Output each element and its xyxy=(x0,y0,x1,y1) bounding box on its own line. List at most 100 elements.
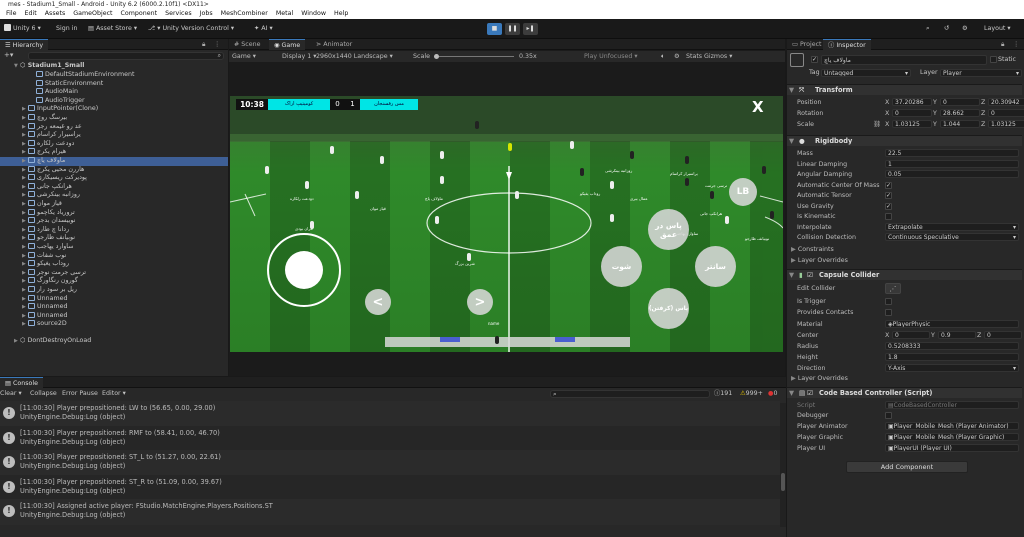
rigidbody-checkbox[interactable] xyxy=(885,213,892,220)
resolution-dropdown[interactable]: 2960x1440 Landscape ▾ xyxy=(316,51,393,62)
cross-button[interactable]: سانتر xyxy=(695,246,736,287)
hierarchy-item[interactable]: ▶ روداب یغیکو xyxy=(0,260,228,269)
shoot-button[interactable]: شوت xyxy=(601,246,642,287)
center-z-field[interactable]: 0 xyxy=(984,331,1022,339)
rigidbody-checkbox[interactable]: ✓ xyxy=(885,192,892,199)
player-graphic-field[interactable]: ▣Player_Mobile_Mesh (Player Graphic) xyxy=(885,433,1019,441)
prev-player-button[interactable]: < xyxy=(365,289,391,315)
kebab-menu-icon[interactable]: ⋮ xyxy=(1013,39,1019,50)
rigidbody-field[interactable]: 0.05 xyxy=(885,170,1019,178)
rigidbody-field[interactable]: Continuous Speculative ▾ xyxy=(885,233,1019,241)
player-ui-field[interactable]: ▣PlayerUI (Player UI) xyxy=(885,444,1019,452)
hierarchy-item[interactable]: ▶ روزانبه بینکرشی xyxy=(0,191,228,200)
play-mode-dropdown[interactable]: Play Unfocused ▾ xyxy=(584,51,638,62)
script-header[interactable]: ▼ ▤ ☑ Code Based Controller (Script) xyxy=(787,387,1022,398)
console-scrollbar[interactable] xyxy=(780,403,786,527)
dont-destroy-root[interactable]: ▶ ⬡ DontDestroyOnLoad xyxy=(14,337,91,346)
is-trigger-checkbox[interactable] xyxy=(885,298,892,305)
menu-window[interactable]: Window xyxy=(297,9,330,19)
error-count[interactable]: ●0 xyxy=(768,389,778,399)
menu-assets[interactable]: Assets xyxy=(41,9,70,19)
scene-root[interactable]: ▼ ⬡ Stadium1_Small xyxy=(14,62,84,71)
edit-collider-button[interactable]: ⋰ xyxy=(885,283,901,294)
hierarchy-item[interactable]: ▶ Unnamed xyxy=(0,294,228,304)
hierarchy-item[interactable]: ▶ ماولاف یاچ xyxy=(0,157,228,166)
menu-gameobject[interactable]: GameObject xyxy=(69,9,116,19)
rigidbody-field[interactable]: Extrapolate ▾ xyxy=(885,222,1019,231)
radius-field[interactable]: 0.5208333 xyxy=(885,342,1019,350)
display-dropdown[interactable]: Display 1 ▾ xyxy=(282,51,316,62)
enabled-checkbox[interactable]: ☑ xyxy=(807,388,813,399)
asset-store-button[interactable]: ▤ Asset Store ▾ xyxy=(88,23,137,35)
menu-meshcombiner[interactable]: MeshCombiner xyxy=(217,9,272,19)
hierarchy-item[interactable]: ▶ قیاز موان xyxy=(0,200,228,209)
console-entry[interactable]: ! [11:00:30] Player prepositioned: LW to … xyxy=(0,401,780,427)
collapse-button[interactable]: Collapse xyxy=(30,389,57,399)
hierarchy-item[interactable]: ▶ source2D xyxy=(0,320,228,329)
hierarchy-item[interactable]: ▶ ترسی جرمت نوجر xyxy=(0,268,228,278)
layout-button[interactable]: Layout ▾ xyxy=(984,23,1011,35)
pass-button[interactable]: پاس (کرفتن) xyxy=(648,288,689,329)
joystick-knob[interactable] xyxy=(285,251,323,289)
history-button[interactable]: ↺ xyxy=(944,23,949,35)
hierarchy-item[interactable]: AudioTrigger xyxy=(0,96,228,106)
hierarchy-item[interactable]: ▶ نوبیسدان بدجر xyxy=(0,217,228,226)
menu-file[interactable]: File xyxy=(2,9,21,19)
gizmos-button[interactable]: Gizmos ▾ xyxy=(704,51,732,62)
debugger-checkbox[interactable] xyxy=(885,412,892,419)
hierarchy-item[interactable]: ▶ نوبیانف ظارجو xyxy=(0,234,228,243)
console-entry[interactable]: ! [11:00:30] Assigned active player: FStu… xyxy=(0,499,780,525)
rb-layer-overrides-foldout[interactable]: ▶ Layer Overrides xyxy=(791,256,848,265)
hierarchy-item[interactable]: ▶ دودعت رلکاره xyxy=(0,139,228,149)
hierarchy-item[interactable]: StaticEnvironment xyxy=(0,79,228,89)
close-game-button[interactable]: X xyxy=(752,98,764,116)
debug-icon[interactable]: ⚙ xyxy=(674,51,680,62)
hierarchy-item[interactable]: ▶ هیرام یکرج xyxy=(0,148,228,157)
console-search-input[interactable]: ⌕ xyxy=(550,390,710,398)
lock-icon[interactable]: 🔒︎ xyxy=(202,39,205,50)
center-x-field[interactable]: 0 xyxy=(892,331,930,339)
rotation-z-field[interactable]: 0 xyxy=(988,109,1024,117)
cc-layer-overrides-foldout[interactable]: ▶ Layer Overrides xyxy=(791,374,848,383)
hierarchy-item[interactable]: AudioMain xyxy=(0,88,228,97)
static-checkbox[interactable] xyxy=(990,56,997,63)
tab-scene[interactable]: # Scene xyxy=(229,39,266,50)
add-component-button[interactable]: Add Component xyxy=(846,461,968,473)
lock-icon[interactable]: 🔒︎ xyxy=(1001,39,1004,50)
signin-button[interactable]: Sign in xyxy=(56,23,77,35)
hierarchy-item[interactable]: ▶ ریل بر سود رار xyxy=(0,286,228,295)
rigidbody-field[interactable]: 22.5 xyxy=(885,149,1019,157)
tab-inspector[interactable]: ⓘ Inspector xyxy=(823,39,871,50)
hierarchy-item[interactable]: ▶ گورون رنگاورگ xyxy=(0,277,228,286)
error-pause-button[interactable]: Error Pause xyxy=(62,389,98,399)
hierarchy-item[interactable]: ▶ بیرسگ روچ xyxy=(0,114,228,123)
rotation-y-field[interactable]: 28.662 xyxy=(940,109,980,117)
hierarchy-item[interactable]: ▶ Unnamed xyxy=(0,311,228,321)
settings-button[interactable]: ⚙ xyxy=(962,23,968,35)
hierarchy-item[interactable]: ▶ هرانکپ جانی xyxy=(0,182,228,192)
menu-component[interactable]: Component xyxy=(117,9,162,19)
capsule-collider-header[interactable]: ▼ ▮ ☑ Capsule Collider xyxy=(787,269,1022,280)
rigidbody-checkbox[interactable]: ✓ xyxy=(885,181,892,189)
tag-dropdown[interactable]: Untagged ▾ xyxy=(821,69,911,77)
tab-animator[interactable]: ⋗ Animator xyxy=(311,39,357,50)
position-z-field[interactable]: 20.30942 xyxy=(988,98,1024,106)
console-entry[interactable]: ! [11:00:30] Player prepositioned: ST_L t… xyxy=(0,450,780,476)
hierarchy-item[interactable]: ▶ هاررن محیی یکرج xyxy=(0,165,228,175)
scale-slider[interactable] xyxy=(434,54,514,59)
stats-button[interactable]: Stats xyxy=(686,51,702,62)
game-view[interactable]: 10:38 کومیتیپ اراک 0 1 مس رفسنجان X دودع… xyxy=(230,96,783,352)
provides-contacts-checkbox[interactable] xyxy=(885,309,892,316)
tab-game[interactable]: ◉ Game xyxy=(269,39,306,50)
player-animator-field[interactable]: ▣Player_Mobile_Mesh (Player Animator) xyxy=(885,422,1019,430)
object-name-input[interactable]: ماولاف یاچ xyxy=(821,55,987,65)
step-button[interactable]: ▸❚ xyxy=(523,23,538,35)
menu-services[interactable]: Services xyxy=(161,9,196,19)
version-control-button[interactable]: ⎇ ▾ Unity Version Control ▾ xyxy=(148,23,234,35)
hierarchy-item[interactable]: ▶ InputPointer(Clone) xyxy=(0,105,228,114)
tab-console[interactable]: ▤ Console xyxy=(0,377,43,388)
center-y-field[interactable]: 0.9 xyxy=(938,331,976,339)
scale-y-field[interactable]: 1.044 xyxy=(940,120,980,128)
menu-jobs[interactable]: Jobs xyxy=(196,9,217,19)
through-pass-button[interactable]: پاس در عمق xyxy=(648,209,689,250)
